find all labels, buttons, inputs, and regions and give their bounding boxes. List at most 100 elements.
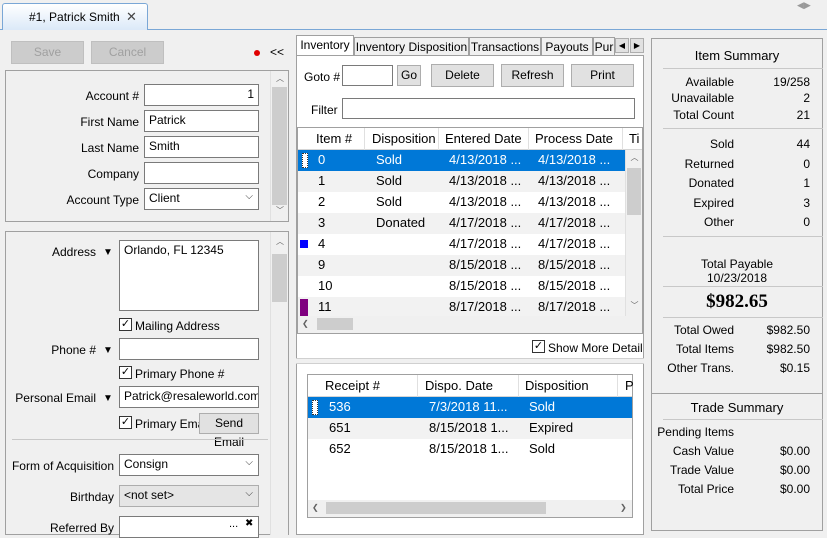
tab-inventory[interactable]: Inventory: [296, 35, 354, 56]
account-number-field[interactable]: 1: [144, 84, 259, 106]
cash-value-value: $0.00: [779, 444, 810, 458]
table-cell: 4/17/2018 ...: [538, 236, 611, 251]
table-row[interactable]: 2 Sold 4/13/2018 ... 4/13/2018 ...: [298, 192, 625, 213]
column-header-disposition[interactable]: Disposition: [372, 131, 436, 146]
table-cell: 9: [318, 257, 326, 272]
send-email-button[interactable]: Send Email: [199, 413, 259, 449]
personal-email-field[interactable]: Patrick@resaleworld.com: [119, 386, 259, 408]
row-color-marker: [300, 240, 308, 248]
referred-by-label: Referred By: [49, 521, 114, 535]
tab-transactions[interactable]: Transactions: [469, 37, 541, 56]
column-header-entered-date[interactable]: Entered Date: [445, 131, 522, 146]
splitter[interactable]: [296, 358, 644, 364]
chevron-down-icon: ⌵: [245, 488, 253, 499]
table-row[interactable]: 3 Donated 4/17/2018 ... 4/17/2018 ...: [298, 213, 625, 234]
scroll-up-icon[interactable]: ︿: [626, 152, 643, 163]
total-owed-label: Total Owed: [673, 323, 734, 337]
tab-scroll-arrows[interactable]: ◀▶: [797, 0, 827, 10]
scroll-up-icon[interactable]: ︿: [271, 73, 289, 84]
scroll-up-icon[interactable]: ︿: [271, 236, 289, 247]
goto-field[interactable]: [342, 65, 393, 86]
table-row[interactable]: 536 7/3/2018 11... Sold: [308, 397, 632, 418]
tab-inventory-disposition[interactable]: Inventory Disposition: [354, 37, 469, 56]
table-row[interactable]: 4 4/17/2018 ... 4/17/2018 ...: [298, 234, 625, 255]
first-name-field[interactable]: Patrick: [144, 110, 259, 132]
table-cell: 4/17/2018 ...: [449, 215, 522, 230]
table-cell: 7/3/2018 11...: [429, 399, 508, 414]
account-panel-scrollbar[interactable]: ︿ ﹀: [270, 71, 288, 221]
form-of-acquisition-select[interactable]: Consign ⌵: [119, 454, 259, 476]
scroll-right-icon[interactable]: ❯: [620, 503, 627, 512]
scroll-thumb[interactable]: [627, 168, 641, 215]
table-row[interactable]: 1 Sold 4/13/2018 ... 4/13/2018 ...: [298, 171, 625, 192]
table-row[interactable]: 9 8/15/2018 ... 8/15/2018 ...: [298, 255, 625, 276]
tab-purchases[interactable]: Pur: [593, 37, 615, 56]
close-icon[interactable]: ✕: [126, 9, 137, 25]
column-header-receipt[interactable]: Receipt #: [325, 378, 380, 393]
document-tab[interactable]: #1, Patrick Smith ✕: [2, 3, 148, 30]
inventory-grid-hscroll[interactable]: ❮: [298, 316, 642, 333]
contact-panel-scrollbar[interactable]: ︿: [270, 232, 288, 535]
table-cell: 536: [329, 399, 351, 414]
print-button[interactable]: Print: [571, 64, 634, 87]
address-type-dropdown-icon[interactable]: ▼: [103, 247, 113, 258]
column-header-item[interactable]: Item #: [316, 131, 352, 146]
tab-payouts[interactable]: Payouts: [541, 37, 593, 56]
save-button[interactable]: Save: [11, 41, 84, 64]
birthday-select[interactable]: <not set> ⌵: [119, 485, 259, 507]
tab-scroll-left-icon[interactable]: ◀: [615, 38, 629, 53]
last-name-field[interactable]: Smith: [144, 136, 259, 158]
filter-field[interactable]: [342, 98, 635, 119]
phone-label: Phone #: [51, 343, 96, 357]
phone-field[interactable]: [119, 338, 259, 360]
clear-icon[interactable]: ✖: [245, 518, 253, 529]
column-header-process-date[interactable]: Process Date: [535, 131, 613, 146]
table-cell: 2: [318, 194, 326, 209]
scroll-left-icon[interactable]: ❮: [302, 319, 309, 328]
delete-button[interactable]: Delete: [431, 64, 494, 87]
account-type-select[interactable]: Client ⌵: [144, 188, 259, 210]
receipt-grid: Receipt # Dispo. Date Disposition P 536 7…: [307, 374, 634, 518]
column-header-payout[interactable]: P: [625, 378, 634, 393]
column-header-disposition[interactable]: Disposition: [525, 378, 589, 393]
refresh-button[interactable]: Refresh: [501, 64, 564, 87]
company-label: Company: [87, 167, 139, 181]
phone-type-dropdown-icon[interactable]: ▼: [103, 345, 113, 356]
scroll-thumb[interactable]: [326, 502, 546, 514]
table-row[interactable]: 11 8/17/2018 ... 8/17/2018 ...: [298, 297, 625, 318]
collapse-button[interactable]: <<: [270, 45, 284, 59]
tab-scroll-right-icon[interactable]: ▶: [630, 38, 644, 53]
table-row[interactable]: 652 8/15/2018 1... Sold: [308, 439, 632, 460]
column-header-title[interactable]: Ti: [629, 131, 639, 146]
address-field[interactable]: Orlando, FL 12345: [119, 240, 259, 311]
scroll-thumb[interactable]: [272, 87, 287, 205]
cancel-button[interactable]: Cancel: [91, 41, 164, 64]
scroll-down-icon[interactable]: ﹀: [626, 300, 643, 311]
mailing-address-checkbox[interactable]: ✓: [119, 318, 132, 331]
personal-email-label: Personal Email: [15, 391, 96, 405]
chevron-down-icon: ⌵: [245, 457, 253, 468]
go-button[interactable]: Go: [397, 65, 421, 86]
receipt-grid-hscroll[interactable]: ❮ ❯: [308, 500, 632, 517]
email-type-dropdown-icon[interactable]: ▼: [103, 393, 113, 404]
inventory-grid-vscroll[interactable]: ︿ ﹀: [625, 150, 642, 316]
primary-email-checkbox[interactable]: ✓: [119, 416, 132, 429]
table-row[interactable]: 0 Sold 4/13/2018 ... 4/13/2018 ...: [298, 150, 625, 171]
table-row[interactable]: 10 8/15/2018 ... 8/15/2018 ...: [298, 276, 625, 297]
unsaved-indicator: [254, 50, 260, 56]
primary-phone-checkbox[interactable]: ✓: [119, 366, 132, 379]
table-row[interactable]: 651 8/15/2018 1... Expired: [308, 418, 632, 439]
company-field[interactable]: [144, 162, 259, 184]
section-divider: [12, 439, 268, 440]
column-header-dispo-date[interactable]: Dispo. Date: [425, 378, 493, 393]
show-more-detail-checkbox[interactable]: ✓: [532, 340, 545, 353]
returned-value: 0: [803, 157, 810, 171]
scroll-thumb[interactable]: [272, 254, 287, 302]
scroll-down-icon[interactable]: ﹀: [271, 205, 289, 216]
table-cell: 0: [318, 152, 326, 167]
table-cell: 8/15/2018 1...: [429, 441, 509, 456]
scroll-left-icon[interactable]: ❮: [312, 503, 319, 512]
trade-value-label: Trade Value: [669, 463, 734, 477]
referred-by-browse-button[interactable]: ...: [229, 518, 238, 530]
scroll-thumb[interactable]: [317, 318, 353, 330]
